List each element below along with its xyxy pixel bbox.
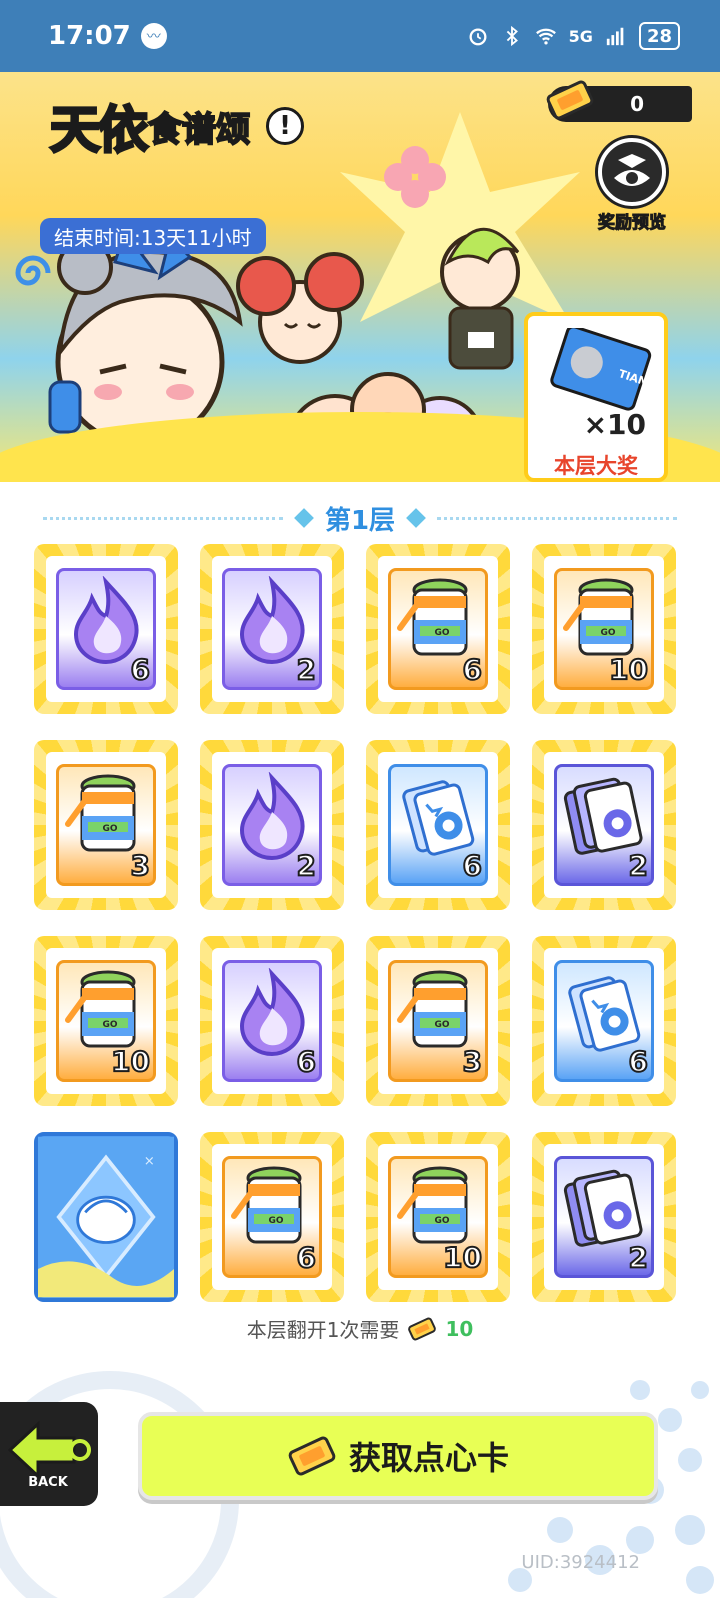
grand-prize-quantity: ×10 <box>583 408 646 441</box>
reward-preview-label: 奖励预览 <box>598 213 667 234</box>
flip-cost-value: 10 <box>445 1316 474 1341</box>
card-inner: 2 <box>544 752 664 898</box>
card-inner: GO 3 <box>378 948 498 1094</box>
reward-card[interactable]: 6 <box>200 936 344 1106</box>
pink-flower-decoration <box>384 146 446 208</box>
diamond-icon <box>294 508 314 528</box>
signal-icon <box>606 27 624 46</box>
snack-ticket-icon <box>408 1317 437 1340</box>
card-count: 10 <box>442 1240 483 1275</box>
card-count: 6 <box>129 652 151 687</box>
snack-ticket-icon <box>288 1436 336 1476</box>
uid-label: UID:3924412 <box>521 1552 640 1573</box>
battery-indicator: 28 <box>638 22 680 50</box>
info-button[interactable]: ! <box>266 107 304 145</box>
reward-card[interactable]: GO 3 <box>366 936 510 1106</box>
reward-card[interactable]: 2 <box>200 740 344 910</box>
svg-text:×: × <box>144 1154 155 1169</box>
tianyi-card-prize-icon: TIANYI <box>550 328 652 411</box>
flip-cost-line: 本层翻开1次需要 10 <box>0 1314 720 1343</box>
card-count: 2 <box>627 848 649 883</box>
audio-wave-icon: 〰 <box>140 23 167 49</box>
svg-text:GO: GO <box>600 628 615 638</box>
grand-prize-label: 本层大奖 <box>554 454 638 478</box>
reward-card[interactable]: GO 3 <box>34 740 178 910</box>
event-title-logo: 天依 食谱颂 ! <box>49 90 304 162</box>
steamed-bun-card-back-icon: × <box>38 1136 174 1298</box>
get-snack-cards-button[interactable]: 获取点心卡 <box>138 1412 658 1500</box>
flipped-card[interactable]: × <box>34 1132 178 1302</box>
card-count: 6 <box>461 652 483 687</box>
alarm-icon <box>469 28 487 46</box>
card-inner: GO 3 <box>46 752 166 898</box>
network-type: 5G <box>568 26 593 46</box>
card-inner: 6 <box>378 752 498 898</box>
grand-prize-panel[interactable]: TIANYI ×10 本层大奖 <box>524 312 668 482</box>
flip-cost-text: 本层翻开1次需要 <box>246 1318 400 1342</box>
card-count: 3 <box>129 848 151 883</box>
back-arrow-icon: BACK <box>7 1420 91 1490</box>
card-grid: 6 2 GO 6 GO 10 GO 3 2 6 2 GO 10 6 GO 3 6 × GO 6 GO 10 2 <box>34 544 686 1302</box>
card-inner: GO 10 <box>544 556 664 702</box>
svg-text:GO: GO <box>434 1020 449 1030</box>
eye-gift-icon <box>614 154 650 186</box>
card-inner: 6 <box>212 948 332 1094</box>
reward-card[interactable]: 2 <box>200 544 344 714</box>
card-count: 6 <box>627 1044 649 1079</box>
card-inner: GO 10 <box>46 948 166 1094</box>
reward-preview-button[interactable]: 奖励预览 <box>590 138 674 234</box>
reward-card[interactable]: GO 10 <box>532 544 676 714</box>
card-count: 2 <box>295 652 317 687</box>
status-bar: 17:07 〰 5G 28 <box>0 0 720 72</box>
reward-card[interactable]: GO 10 <box>34 936 178 1106</box>
back-button[interactable]: BACK <box>0 1402 98 1506</box>
wifi-icon <box>535 28 556 45</box>
divider-right <box>437 516 678 520</box>
event-title-sub: 食谱颂 <box>147 109 251 151</box>
status-time: 17:07 <box>48 21 131 51</box>
card-count: 10 <box>110 1044 151 1079</box>
card-count: 6 <box>295 1240 317 1275</box>
status-icons: 5G 28 <box>467 22 680 50</box>
reward-preview-circle <box>598 138 666 206</box>
reward-card[interactable]: 2 <box>532 740 676 910</box>
snack-ticket-icon <box>546 80 594 120</box>
card-inner: 6 <box>46 556 166 702</box>
reward-card[interactable]: GO 6 <box>200 1132 344 1302</box>
card-inner: GO 6 <box>212 1144 332 1290</box>
reward-card[interactable]: 6 <box>532 936 676 1106</box>
reward-card[interactable]: GO 10 <box>366 1132 510 1302</box>
end-time-label: 结束时间:13天11小时 <box>40 218 266 254</box>
card-count: 6 <box>295 1044 317 1079</box>
floor-title: 第1层 <box>324 505 396 536</box>
card-inner: 2 <box>212 752 332 898</box>
back-label: BACK <box>28 1475 69 1490</box>
svg-text:GO: GO <box>268 1216 283 1226</box>
reward-card[interactable]: 6 <box>34 544 178 714</box>
ticket-count: 0 <box>630 92 644 116</box>
event-title-main: 天依 <box>49 100 150 161</box>
card-count: 3 <box>461 1044 483 1079</box>
card-inner: 6 <box>544 948 664 1094</box>
diamond-icon <box>406 508 426 528</box>
card-count: 2 <box>627 1240 649 1275</box>
card-count: 2 <box>295 848 317 883</box>
card-inner: GO 6 <box>378 556 498 702</box>
svg-text:GO: GO <box>102 1020 117 1030</box>
floor-title-row: 第1层 <box>0 496 720 540</box>
card-count: 10 <box>608 652 649 687</box>
bluetooth-icon <box>506 25 518 47</box>
svg-text:GO: GO <box>434 628 449 638</box>
reward-card[interactable]: 6 <box>366 740 510 910</box>
svg-text:GO: GO <box>102 824 117 834</box>
card-inner: 2 <box>212 556 332 702</box>
card-count: 6 <box>461 848 483 883</box>
card-inner: GO 10 <box>378 1144 498 1290</box>
divider-left <box>42 516 283 520</box>
card-inner: 2 <box>544 1144 664 1290</box>
get-snack-cards-label: 获取点心卡 <box>348 1439 509 1477</box>
reward-card[interactable]: GO 6 <box>366 544 510 714</box>
reward-card[interactable]: 2 <box>532 1132 676 1302</box>
svg-text:GO: GO <box>434 1216 449 1226</box>
